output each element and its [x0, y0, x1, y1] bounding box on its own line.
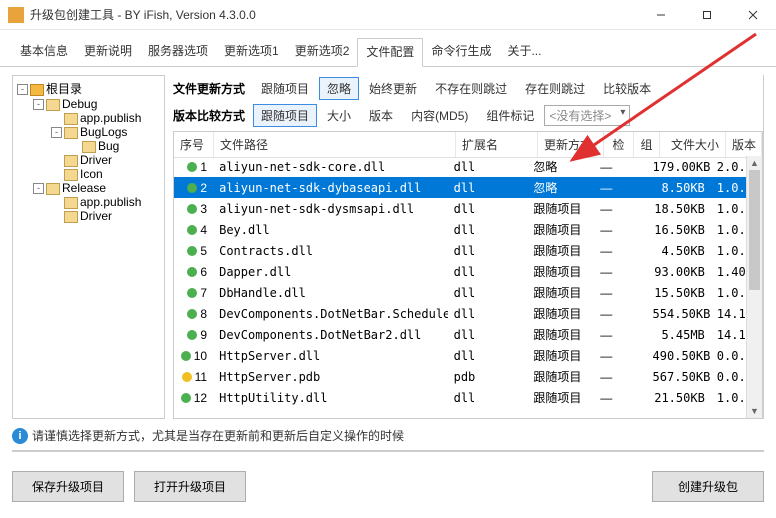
tree-release[interactable]: -Release: [15, 181, 162, 195]
table-row[interactable]: 2aliyun-net-sdk-dybaseapi.dlldll忽略—8.50K…: [174, 177, 746, 198]
col-header-2[interactable]: 扩展名: [456, 132, 538, 157]
compare-mode-toolbar: 版本比较方式跟随项目大小版本内容(MD5)组件标记<没有选择>: [173, 102, 763, 131]
status-dot-icon: [187, 162, 197, 172]
table-row[interactable]: 12HttpUtility.dlldll跟随项目—21.50KB1.0.: [174, 387, 746, 408]
tab-3[interactable]: 更新选项1: [216, 38, 287, 66]
tree-debug[interactable]: -Debug: [15, 97, 162, 111]
tree-release-publish[interactable]: app.publish: [15, 195, 162, 209]
update-mode-0[interactable]: 跟随项目: [253, 77, 317, 100]
maximize-button[interactable]: [684, 0, 730, 30]
file-grid: 序号文件路径扩展名更新方式检组文件大小版本 1aliyun-net-sdk-co…: [173, 131, 763, 419]
table-row[interactable]: 8DevComponents.DotNetBar.Schedule.dlldll…: [174, 303, 746, 324]
update-mode-5[interactable]: 比较版本: [595, 77, 659, 100]
update-mode-3[interactable]: 不存在则跳过: [427, 77, 515, 100]
info-icon: i: [12, 428, 28, 444]
create-package-button[interactable]: 创建升级包: [652, 471, 764, 502]
col-header-0[interactable]: 序号: [174, 132, 214, 157]
table-row[interactable]: 7DbHandle.dlldll跟随项目—15.50KB1.0.: [174, 282, 746, 303]
table-row[interactable]: 4Bey.dlldll跟随项目—16.50KB1.0.: [174, 219, 746, 240]
update-mode-2[interactable]: 始终更新: [361, 77, 425, 100]
open-project-button[interactable]: 打开升级项目: [134, 471, 246, 502]
tab-1[interactable]: 更新说明: [76, 38, 140, 66]
table-row[interactable]: 9DevComponents.DotNetBar2.dlldll跟随项目—5.4…: [174, 324, 746, 345]
tab-2[interactable]: 服务器选项: [140, 38, 216, 66]
status-dot-icon: [181, 351, 191, 361]
compare-mode-label: 版本比较方式: [173, 107, 245, 124]
main-tabs: 基本信息更新说明服务器选项更新选项1更新选项2文件配置命令行生成关于...: [0, 30, 776, 67]
minimize-button[interactable]: [638, 0, 684, 30]
compare-mode-0[interactable]: 跟随项目: [253, 104, 317, 127]
tab-4[interactable]: 更新选项2: [287, 38, 358, 66]
tab-6[interactable]: 命令行生成: [423, 38, 499, 66]
col-header-6[interactable]: 文件大小: [660, 132, 726, 157]
window-buttons: [638, 0, 776, 30]
titlebar: 升级包创建工具 - BY iFish, Version 4.3.0.0: [0, 0, 776, 30]
col-header-7[interactable]: 版本: [726, 132, 762, 157]
right-panel: 文件更新方式跟随项目忽略始终更新不存在则跳过存在则跳过比较版本 版本比较方式跟随…: [173, 75, 764, 419]
table-row[interactable]: 5Contracts.dlldll跟随项目—4.50KB1.0.: [174, 240, 746, 261]
table-row[interactable]: 10HttpServer.dlldll跟随项目—490.50KB0.0.: [174, 345, 746, 366]
grid-body: 1aliyun-net-sdk-core.dlldll忽略—179.00KB2.…: [174, 156, 746, 418]
vertical-scrollbar[interactable]: ▲ ▼: [746, 156, 762, 418]
grid-header: 序号文件路径扩展名更新方式检组文件大小版本: [174, 132, 762, 158]
status-dot-icon: [187, 183, 197, 193]
status-dot-icon: [187, 246, 197, 256]
table-row[interactable]: 6Dapper.dlldll跟随项目—93.00KB1.40: [174, 261, 746, 282]
compare-mode-1[interactable]: 大小: [319, 104, 359, 127]
update-mode-1[interactable]: 忽略: [319, 77, 359, 100]
col-header-4[interactable]: 检: [604, 132, 634, 157]
tab-7[interactable]: 关于...: [499, 38, 549, 66]
update-mode-toolbar: 文件更新方式跟随项目忽略始终更新不存在则跳过存在则跳过比较版本: [173, 75, 763, 102]
col-header-5[interactable]: 组: [634, 132, 660, 157]
update-mode-label: 文件更新方式: [173, 80, 245, 97]
scroll-thumb[interactable]: [749, 170, 760, 290]
status-dot-icon: [187, 267, 197, 277]
col-header-3[interactable]: 更新方式: [538, 132, 604, 157]
tree-debug-publish[interactable]: app.publish: [15, 111, 162, 125]
close-button[interactable]: [730, 0, 776, 30]
status-dot-icon: [187, 330, 197, 340]
tree-icon[interactable]: Icon: [15, 167, 162, 181]
compare-mode-2[interactable]: 版本: [361, 104, 401, 127]
status-dot-icon: [182, 372, 192, 382]
tree-buglogs[interactable]: -BugLogs: [15, 125, 162, 139]
tree-root[interactable]: -根目录: [15, 80, 162, 97]
window-title: 升级包创建工具 - BY iFish, Version 4.3.0.0: [30, 6, 638, 23]
status-dot-icon: [181, 393, 191, 403]
status-dot-icon: [187, 288, 197, 298]
save-project-button[interactable]: 保存升级项目: [12, 471, 124, 502]
status-dot-icon: [187, 225, 197, 235]
app-icon: [8, 7, 24, 23]
table-row[interactable]: 3aliyun-net-sdk-dysmsapi.dlldll跟随项目—18.5…: [174, 198, 746, 219]
table-row[interactable]: 1aliyun-net-sdk-core.dlldll忽略—179.00KB2.…: [174, 156, 746, 177]
status-dot-icon: [187, 309, 197, 319]
table-row[interactable]: 11HttpServer.pdbpdb跟随项目—567.50KB0.0.: [174, 366, 746, 387]
update-mode-4[interactable]: 存在则跳过: [517, 77, 593, 100]
tree-debug-driver[interactable]: Driver: [15, 153, 162, 167]
col-header-1[interactable]: 文件路径: [214, 132, 456, 157]
info-text: 请谨慎选择更新方式，尤其是当存在更新前和更新后自定义操作的时候: [32, 427, 404, 444]
compare-mode-3[interactable]: 内容(MD5): [403, 104, 476, 127]
content-area: -根目录-Debugapp.publish-BugLogsBugDriverIc…: [0, 67, 776, 423]
footer: 保存升级项目 打开升级项目 创建升级包: [0, 465, 776, 502]
tree-release-driver[interactable]: Driver: [15, 209, 162, 223]
status-dot-icon: [187, 204, 197, 214]
tree-bug[interactable]: Bug: [15, 139, 162, 153]
tab-0[interactable]: 基本信息: [12, 38, 76, 66]
info-bar: i 请谨慎选择更新方式，尤其是当存在更新前和更新后自定义操作的时候: [0, 423, 776, 446]
tab-5[interactable]: 文件配置: [357, 38, 423, 67]
folder-tree[interactable]: -根目录-Debugapp.publish-BugLogsBugDriverIc…: [12, 75, 165, 419]
compare-mode-4[interactable]: 组件标记: [478, 104, 542, 127]
scroll-up-arrow[interactable]: ▲: [747, 156, 762, 170]
scroll-down-arrow[interactable]: ▼: [747, 404, 762, 418]
component-tag-combo[interactable]: <没有选择>: [544, 105, 630, 126]
